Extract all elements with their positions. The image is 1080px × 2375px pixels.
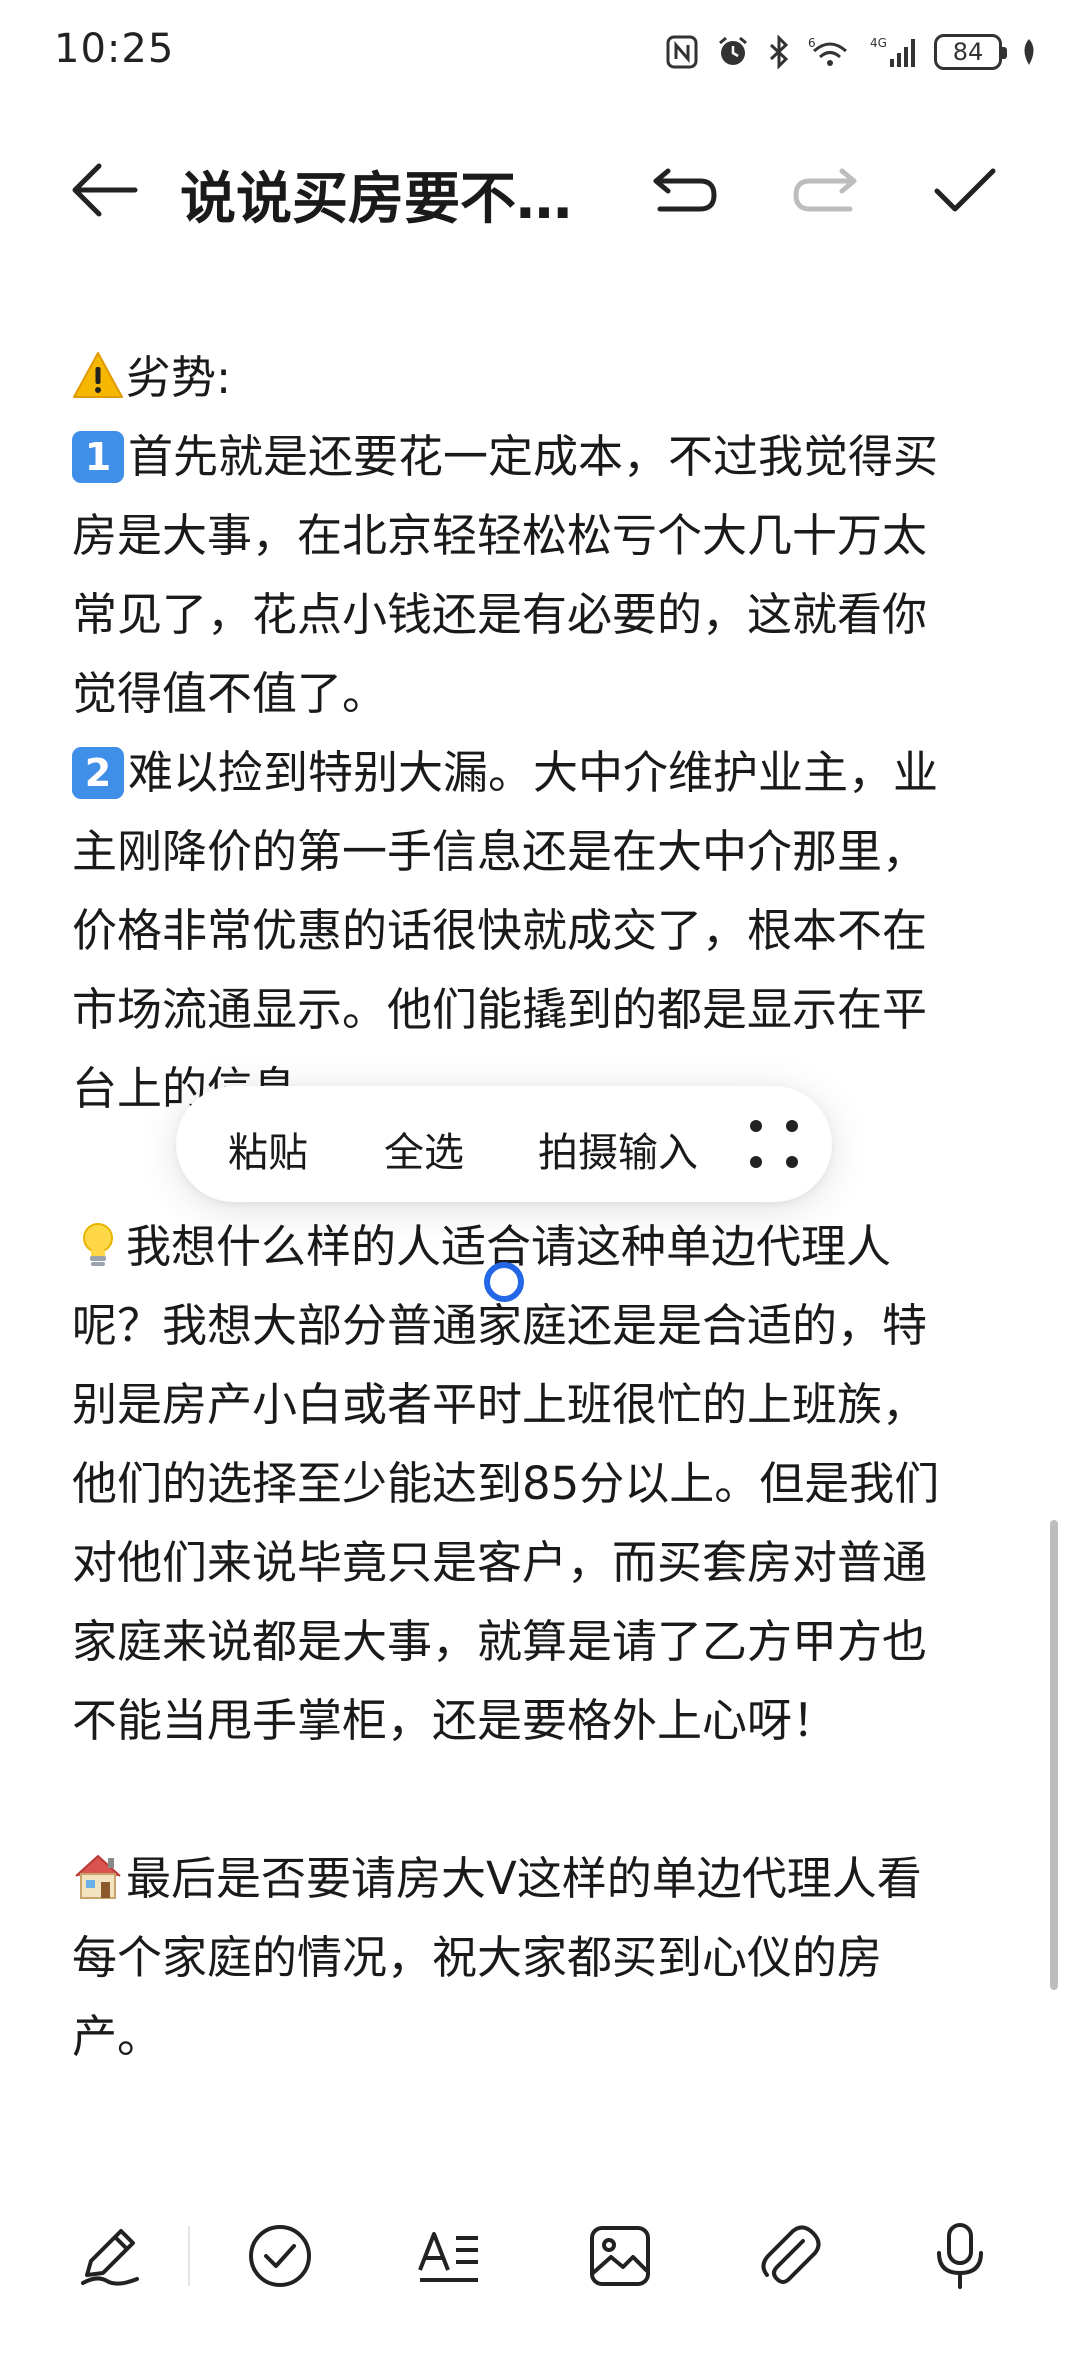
select-all-menu-item[interactable]: 全选 bbox=[384, 1120, 464, 1178]
text-cursor-handle[interactable] bbox=[484, 1262, 524, 1302]
bottom-toolbar bbox=[0, 2200, 1080, 2310]
content-line: 对他们来说毕竟只是客户，而买套房对普通 bbox=[72, 1523, 1008, 1602]
microphone-icon bbox=[937, 2223, 983, 2289]
insert-image-button[interactable] bbox=[584, 2220, 656, 2292]
content-line: 家庭来说都是大事，就算是请了乙方甲方也 bbox=[72, 1602, 1008, 1681]
back-button[interactable] bbox=[66, 158, 142, 222]
toolbar-divider bbox=[188, 2226, 190, 2286]
page-title: 说说买房要不… bbox=[180, 167, 572, 232]
content-line-text: 他们的选择至少能达到85分以上。但是我们 bbox=[72, 1457, 940, 1510]
warning-icon bbox=[72, 346, 124, 398]
editor-toolbar: 说说买房要不… bbox=[0, 130, 1080, 250]
content-line-text: 呢？我想大部分普通家庭还是是合适的，特 bbox=[72, 1299, 928, 1352]
content-line-text: 不能当甩手掌柜，还是要格外上心呀！ bbox=[72, 1694, 838, 1747]
status-bar: 10:25 6 4G 84 bbox=[0, 0, 1080, 100]
content-line-text: 价格非常优惠的话很快就成交了，根本不在 bbox=[72, 904, 928, 957]
checklist-icon bbox=[249, 2225, 311, 2287]
leaf-icon bbox=[1024, 39, 1034, 65]
undo-button[interactable] bbox=[645, 160, 725, 220]
content-line: 不能当甩手掌柜，还是要格外上心呀！ bbox=[72, 1681, 1008, 1760]
content-line: 最后是否要请房大V这样的单边代理人看 bbox=[72, 1839, 1008, 1918]
content-line-text: 最后是否要请房大V这样的单边代理人看 bbox=[126, 1852, 922, 1905]
content-line-text: 觉得值不值了。 bbox=[72, 667, 388, 720]
house-icon bbox=[72, 1847, 124, 1899]
text-format-button[interactable] bbox=[414, 2220, 486, 2292]
camera-input-menu-item[interactable]: 拍摄输入 bbox=[538, 1120, 698, 1178]
text-format-icon bbox=[418, 2232, 478, 2282]
content-line: 别是房产小白或者平时上班很忙的上班族， bbox=[72, 1365, 1008, 1444]
battery-level: 84 bbox=[952, 38, 984, 66]
attachment-button[interactable] bbox=[754, 2220, 826, 2292]
content-line-text: 首先就是还要花一定成本，不过我觉得买 bbox=[128, 430, 939, 483]
status-icons: 6 4G 84 bbox=[666, 30, 1038, 74]
checklist-button[interactable] bbox=[244, 2220, 316, 2292]
scrollbar[interactable] bbox=[1050, 1520, 1058, 1990]
redo-button[interactable] bbox=[785, 160, 865, 220]
pen-icon bbox=[81, 2229, 139, 2286]
content-line-text: 每个家庭的情况，祝大家都买到心仪的房 bbox=[72, 1931, 883, 1984]
content-line: 他们的选择至少能达到85分以上。但是我们 bbox=[72, 1444, 1008, 1523]
nfc-icon bbox=[666, 35, 698, 69]
content-line-text: 市场流通显示。他们能撬到的都是显示在平 bbox=[72, 983, 928, 1036]
paste-menu-item[interactable]: 粘贴 bbox=[228, 1120, 308, 1178]
checkmark-icon bbox=[934, 168, 996, 212]
signal-icon: 4G bbox=[870, 36, 915, 67]
content-line: 1 首先就是还要花一定成本，不过我觉得买 bbox=[72, 417, 1008, 496]
lightbulb-icon bbox=[72, 1215, 124, 1267]
content-line: 主刚降价的第一手信息还是在大中介那里， bbox=[72, 812, 1008, 891]
content-line-text: 别是房产小白或者平时上班很忙的上班族， bbox=[72, 1378, 928, 1431]
confirm-button[interactable] bbox=[925, 158, 1005, 222]
more-grid-icon[interactable] bbox=[746, 1116, 802, 1172]
wifi-icon: 6 bbox=[808, 36, 847, 66]
status-time: 10:25 bbox=[54, 26, 175, 72]
battery-indicator: 84 bbox=[934, 34, 1007, 70]
content-line-text: 产。 bbox=[72, 2010, 163, 2063]
undo-icon bbox=[653, 168, 717, 212]
content-line-text: 主刚降价的第一手信息还是在大中介那里， bbox=[72, 825, 928, 878]
image-icon bbox=[590, 2226, 650, 2286]
text-context-menu: 粘贴 全选 拍摄输入 bbox=[176, 1086, 832, 1202]
content-line-text: 对他们来说毕竟只是客户，而买套房对普通 bbox=[72, 1536, 928, 1589]
svg-text:6: 6 bbox=[808, 36, 816, 50]
content-line: 每个家庭的情况，祝大家都买到心仪的房 bbox=[72, 1918, 1008, 1997]
content-line: 2 难以捡到特别大漏。大中介维护业主，业 bbox=[72, 733, 1008, 812]
handwriting-button[interactable] bbox=[74, 2220, 146, 2292]
content-line: 常见了，花点小钱还是有必要的，这就看你 bbox=[72, 575, 1008, 654]
alarm-icon bbox=[719, 36, 747, 65]
redo-icon bbox=[793, 168, 857, 212]
content-line: 呢？我想大部分普通家庭还是是合适的，特 bbox=[72, 1286, 1008, 1365]
content-line: 市场流通显示。他们能撬到的都是显示在平 bbox=[72, 970, 1008, 1049]
bluetooth-icon bbox=[769, 35, 789, 69]
number-badge-icon: 1 bbox=[72, 431, 124, 483]
voice-input-button[interactable] bbox=[924, 2220, 996, 2292]
content-line-text: 劣势: bbox=[126, 351, 232, 404]
content-line: 产。 bbox=[72, 1997, 1008, 2076]
svg-text:4G: 4G bbox=[870, 36, 887, 50]
content-line: 价格非常优惠的话很快就成交了，根本不在 bbox=[72, 891, 1008, 970]
content-line: 房是大事，在北京轻轻松松亏个大几十万太 bbox=[72, 496, 1008, 575]
content-line-text: 家庭来说都是大事，就算是请了乙方甲方也 bbox=[72, 1615, 928, 1668]
note-content[interactable]: 劣势: 1 首先就是还要花一定成本，不过我觉得买 房是大事，在北京轻轻松松亏个大几十万… bbox=[72, 338, 1008, 2076]
content-line-text: 难以捡到特别大漏。大中介维护业主，业 bbox=[128, 746, 939, 799]
content-line-text: 常见了，花点小钱还是有必要的，这就看你 bbox=[72, 588, 928, 641]
content-line: 我想什么样的人适合请这种单边代理人 bbox=[72, 1207, 1008, 1286]
number-badge-icon: 2 bbox=[72, 747, 124, 799]
attachment-icon bbox=[761, 2225, 821, 2284]
content-line: 劣势: bbox=[72, 338, 1008, 417]
content-line-text: 房是大事，在北京轻轻松松亏个大几十万太 bbox=[72, 509, 928, 562]
content-line: 觉得值不值了。 bbox=[72, 654, 1008, 733]
back-arrow-icon bbox=[72, 163, 138, 217]
